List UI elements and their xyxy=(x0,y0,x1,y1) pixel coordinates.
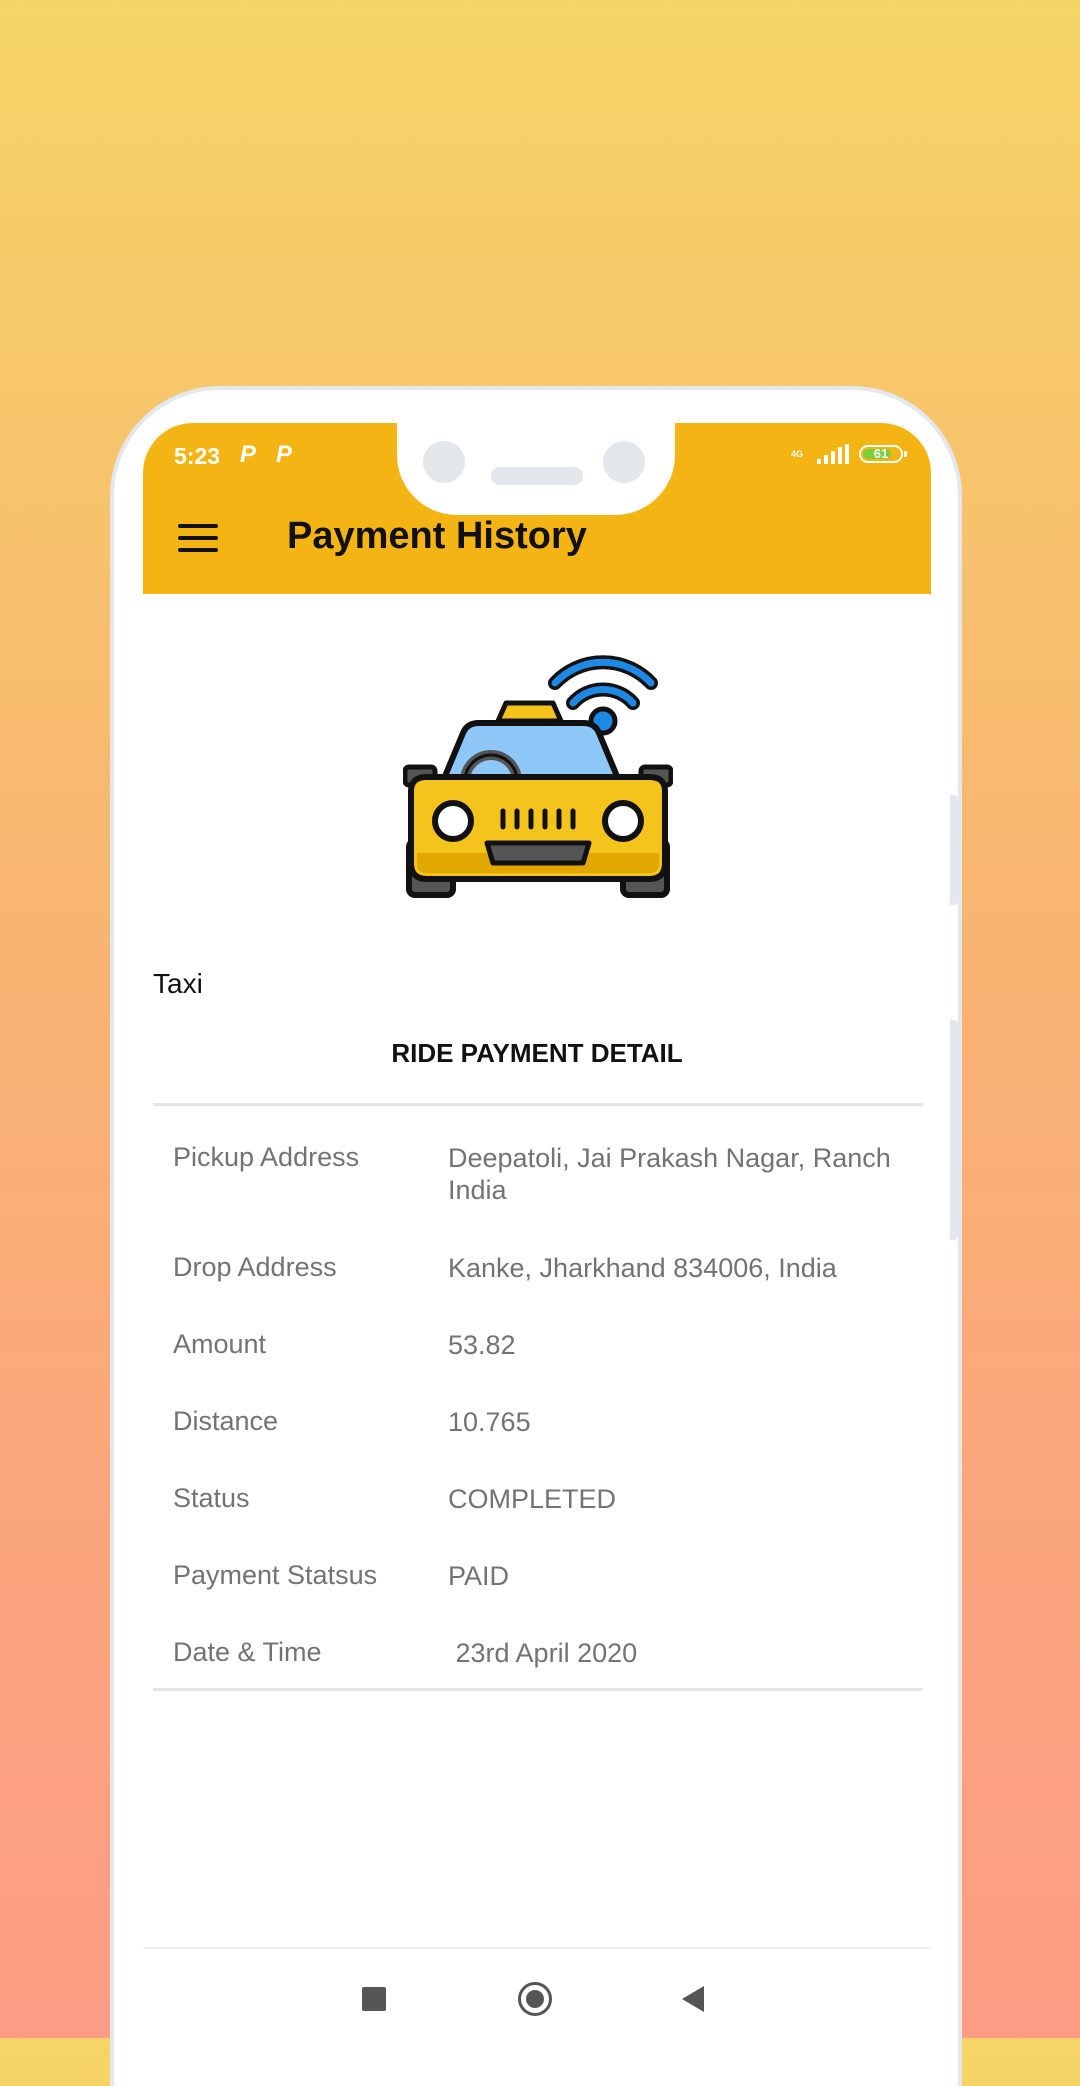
section-title: RIDE PAYMENT DETAIL xyxy=(391,1038,683,1068)
detail-value: COMPLETED xyxy=(448,1484,617,1514)
notification-p-icon: P xyxy=(240,441,257,468)
taxi-wifi-icon xyxy=(403,655,673,898)
battery-level: 61 xyxy=(873,446,889,461)
hamburger-menu-icon[interactable] xyxy=(178,524,218,554)
notification-p-icon: P xyxy=(276,441,293,468)
detail-value: 23rd April 2020 xyxy=(448,1638,638,1668)
detail-value: PAID xyxy=(448,1561,510,1591)
system-nav-bar xyxy=(143,1947,931,2038)
network-type: 4G xyxy=(791,448,804,459)
vehicle-type-label: Taxi xyxy=(153,968,203,999)
detail-value: Deepatoli, Jai Prakash Nagar, Ranch Indi… xyxy=(448,1143,891,1205)
divider xyxy=(153,1688,923,1691)
speaker-icon xyxy=(491,467,583,485)
phone-screen: 5:23 P P 4G 61 Payment History Taxi RIDE… xyxy=(143,423,931,2038)
camera-icon xyxy=(603,441,645,483)
signal-icon xyxy=(817,444,849,464)
status-right: 4G 61 xyxy=(791,441,907,467)
divider xyxy=(153,1103,923,1106)
detail-value: 10.765 xyxy=(448,1407,531,1437)
status-time: 5:23 xyxy=(174,443,221,469)
detail-label: Payment Statsus xyxy=(173,1560,378,1590)
phone-side-button xyxy=(950,795,958,905)
battery-icon: 61 xyxy=(859,445,907,463)
phone-side-button xyxy=(950,1020,958,1240)
detail-label: Amount xyxy=(173,1329,267,1359)
camera-notch xyxy=(397,423,675,515)
detail-value: Kanke, Jharkhand 834006, India xyxy=(448,1253,837,1283)
recents-square-icon[interactable] xyxy=(362,1987,386,2011)
back-triangle-icon[interactable] xyxy=(682,1986,704,2012)
detail-value: 53.82 xyxy=(448,1330,516,1360)
detail-label: Pickup Address xyxy=(173,1142,360,1172)
home-circle-icon[interactable] xyxy=(518,1982,552,2016)
camera-icon xyxy=(423,441,465,483)
detail-label: Date & Time xyxy=(173,1637,322,1667)
app-bar: 5:23 P P 4G 61 Payment History xyxy=(143,423,931,594)
detail-label: Status xyxy=(173,1483,250,1513)
page-title: Payment History xyxy=(287,515,587,557)
detail-label: Distance xyxy=(173,1406,279,1436)
detail-label: Drop Address xyxy=(173,1252,337,1282)
